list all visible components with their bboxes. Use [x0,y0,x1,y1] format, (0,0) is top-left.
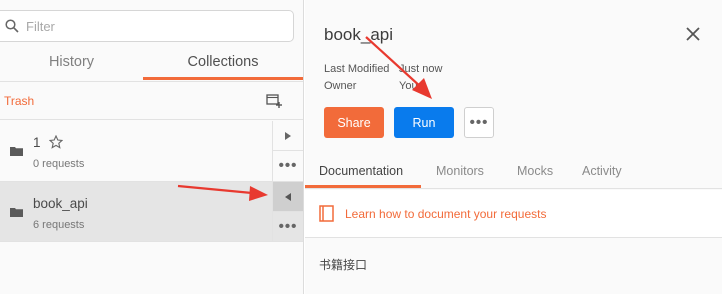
more-actions-button[interactable]: ••• [464,107,494,138]
more-dots-icon: ••• [278,218,298,235]
owner-value: You [399,80,418,92]
owner-label: Owner [324,80,357,92]
filter-box[interactable] [0,10,294,42]
documentation-hint: Learn how to document your requests [305,190,722,238]
tab-activity[interactable]: Activity [582,164,622,178]
search-icon [5,19,19,33]
share-button[interactable]: Share [324,107,384,138]
caret-left-icon [285,192,291,201]
collection-controls: ••• [272,182,303,241]
tab-collections[interactable]: Collections [143,48,303,80]
active-tab-underline [305,185,421,188]
folder-icon [10,208,23,217]
sidebar-tabs: History Collections [0,48,303,80]
book-icon [319,205,334,222]
tab-history[interactable]: History [0,48,143,80]
trash-link[interactable]: Trash [4,94,34,108]
collection-detail-panel: book_api Last Modified Just now Owner Yo… [305,0,722,294]
sidebar: History Collections Trash 1 0 requests [0,0,304,294]
tab-mocks[interactable]: Mocks [517,164,553,178]
filter-input[interactable] [26,18,226,34]
star-outline-icon[interactable] [49,135,63,149]
last-modified-label: Last Modified [324,63,390,75]
close-icon[interactable] [686,27,700,41]
collection-count: 0 requests [33,158,85,170]
app-window: History Collections Trash 1 0 requests [0,0,722,294]
collection-count: 6 requests [33,219,85,231]
collection-name: 1 [33,135,41,150]
new-collection-icon[interactable] [266,94,283,109]
expand-button[interactable] [273,121,303,151]
panel-title: book_api [324,25,394,44]
collection-more-button[interactable]: ••• [273,212,303,242]
trash-row: Trash [0,81,303,120]
folder-icon [10,147,23,156]
last-modified-value: Just now [399,63,443,75]
more-dots-icon: ••• [469,113,489,131]
caret-right-icon [285,131,291,140]
collection-item-selected[interactable]: book_api 6 requests ••• [0,182,303,242]
collection-description: 书籍接口 [319,258,368,272]
collapse-button[interactable] [273,182,303,212]
collection-controls: ••• [272,121,303,181]
panel-tabs: Documentation Monitors Mocks Activity [305,157,722,189]
more-dots-icon: ••• [278,157,298,174]
tab-monitors[interactable]: Monitors [436,164,484,178]
learn-docs-link[interactable]: Learn how to document your requests [345,207,546,221]
tab-documentation[interactable]: Documentation [319,164,403,178]
collection-name: book_api [33,196,88,211]
collection-item[interactable]: 1 0 requests ••• [0,121,303,182]
collection-more-button[interactable]: ••• [273,151,303,181]
run-button[interactable]: Run [394,107,454,138]
